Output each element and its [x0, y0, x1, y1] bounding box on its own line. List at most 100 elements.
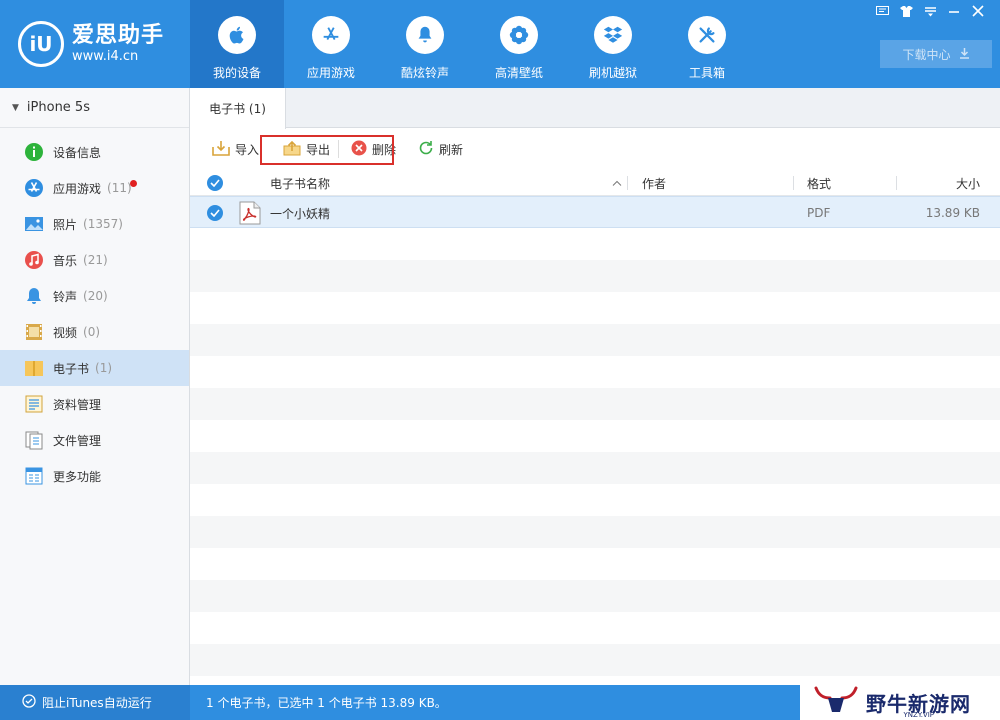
logo-url: www.i4.cn [72, 49, 139, 64]
column-divider [793, 176, 794, 190]
tools-icon [688, 16, 726, 54]
sidebar-item-label: 更多功能 [53, 469, 102, 484]
empty-row [190, 484, 1000, 516]
music-icon [24, 250, 44, 270]
sidebar-item-label: 应用游戏 [53, 181, 102, 196]
toolbar: 导入 导出 删除 刷新 [190, 128, 1000, 170]
nav-label: 刷机越狱 [588, 66, 637, 80]
file-icon [24, 430, 44, 450]
tab-ebooks[interactable]: 电子书 (1) [190, 88, 286, 129]
nav-apps[interactable]: 应用游戏 [284, 0, 378, 88]
sidebar-item-count: (1357) [83, 217, 123, 231]
empty-row [190, 228, 1000, 260]
empty-row [190, 612, 1000, 644]
status-summary: 1 个电子书，已选中 1 个电子书 13.89 KB。 [206, 696, 447, 710]
itunes-block-toggle[interactable]: 阻止iTunes自动运行 [0, 685, 190, 720]
empty-row [190, 356, 1000, 388]
empty-row [190, 516, 1000, 548]
nav-label: 酷炫铃声 [400, 66, 449, 80]
empty-row [190, 324, 1000, 356]
more-icon [24, 466, 44, 486]
ebook-name: 一个小妖精 [270, 206, 331, 221]
highlight-box [260, 135, 394, 165]
ebook-icon [24, 358, 44, 378]
sidebar-item-ringtones[interactable]: 铃声 (20) [0, 278, 189, 314]
sidebar-item-more-features[interactable]: 更多功能 [0, 458, 189, 494]
import-button[interactable]: 导入 [206, 135, 265, 163]
column-divider [896, 176, 897, 190]
bull-logo-icon [814, 686, 858, 719]
row-checkbox[interactable] [207, 197, 223, 229]
select-all-checkbox[interactable] [207, 170, 223, 196]
nav-ringtones[interactable]: 酷炫铃声 [378, 0, 472, 88]
sidebar: ▼ iPhone 5s 设备信息 应用游戏 (11) 照片 (1357) 音乐 … [0, 88, 190, 685]
flower-icon [500, 16, 538, 54]
main-nav: 我的设备 应用游戏 酷炫铃声 高清壁纸 刷机越狱 工具箱 [190, 0, 754, 88]
nav-toolbox[interactable]: 工具箱 [660, 0, 754, 88]
table-body: 一个小妖精 PDF 13.89 KB [190, 196, 1000, 685]
sidebar-item-label: 照片 [53, 217, 78, 232]
table-header: 电子书名称 作者 格式 大小 [190, 170, 1000, 196]
logo-title: 爱思助手 [72, 23, 165, 48]
sidebar-item-label: 音乐 [53, 253, 78, 268]
empty-row [190, 388, 1000, 420]
nav-flash-jailbreak[interactable]: 刷机越狱 [566, 0, 660, 88]
feedback-icon[interactable] [872, 3, 892, 19]
app-logo: iU 爱思助手 www.i4.cn [18, 20, 173, 68]
notification-badge [130, 180, 137, 187]
refresh-icon [418, 140, 434, 159]
nav-label: 我的设备 [212, 66, 261, 80]
sidebar-item-apps[interactable]: 应用游戏 (11) [0, 170, 189, 206]
refresh-button[interactable]: 刷新 [412, 135, 469, 163]
nav-wallpapers[interactable]: 高清壁纸 [472, 0, 566, 88]
column-header-format[interactable]: 格式 [807, 170, 831, 196]
empty-row [190, 580, 1000, 612]
data-icon [24, 394, 44, 414]
column-header-size[interactable]: 大小 [956, 170, 980, 196]
photo-icon [24, 214, 44, 234]
nav-label: 高清壁纸 [494, 66, 543, 80]
sidebar-item-videos[interactable]: 视频 (0) [0, 314, 189, 350]
table-row[interactable]: 一个小妖精 PDF 13.89 KB [190, 196, 1000, 228]
ebook-size: 13.89 KB [925, 206, 980, 220]
sidebar-item-file-management[interactable]: 文件管理 [0, 422, 189, 458]
sidebar-item-label: 资料管理 [53, 397, 102, 412]
empty-row [190, 548, 1000, 580]
column-header-author[interactable]: 作者 [642, 170, 666, 196]
device-selector[interactable]: ▼ iPhone 5s [0, 88, 189, 128]
skin-icon[interactable] [896, 3, 916, 19]
main-panel: 电子书 (1) 导入 导出 删除 刷新 电子书名称 作者 格式 大小 一个小妖精… [190, 88, 1000, 685]
close-icon[interactable] [968, 3, 988, 19]
minimize-icon[interactable] [944, 3, 964, 19]
sidebar-item-label: 视频 [53, 325, 78, 340]
nav-my-device[interactable]: 我的设备 [190, 0, 284, 88]
sidebar-item-label: 设备信息 [53, 145, 102, 160]
ringtone-icon [24, 286, 44, 306]
sidebar-item-label: 电子书 [53, 361, 90, 376]
nav-label: 应用游戏 [306, 66, 355, 80]
sidebar-item-label: 文件管理 [53, 433, 102, 448]
sidebar-item-data-management[interactable]: 资料管理 [0, 386, 189, 422]
empty-row [190, 452, 1000, 484]
bell-icon [406, 16, 444, 54]
pdf-icon [239, 197, 261, 229]
empty-row [190, 260, 1000, 292]
column-header-name[interactable]: 电子书名称 [270, 170, 330, 196]
sidebar-item-device-info[interactable]: 设备信息 [0, 134, 189, 170]
sidebar-item-music[interactable]: 音乐 (21) [0, 242, 189, 278]
apple-icon [218, 16, 256, 54]
sort-asc-icon[interactable] [612, 170, 622, 196]
device-name: iPhone 5s [26, 100, 90, 115]
sidebar-item-ebooks[interactable]: 电子书 (1) [0, 350, 189, 386]
nav-label: 工具箱 [688, 66, 725, 80]
logo-mark: iU [18, 21, 64, 67]
itunes-block-label: 阻止iTunes自动运行 [42, 696, 152, 710]
download-center-button[interactable]: 下载中心 [880, 40, 992, 68]
watermark: 野牛新游网 YNZY.VIP [800, 685, 1000, 720]
download-center-label: 下载中心 [902, 47, 951, 62]
video-icon [24, 322, 44, 342]
sidebar-item-photos[interactable]: 照片 (1357) [0, 206, 189, 242]
menu-icon[interactable] [920, 3, 940, 19]
download-icon [959, 47, 970, 62]
check-icon [207, 205, 223, 221]
